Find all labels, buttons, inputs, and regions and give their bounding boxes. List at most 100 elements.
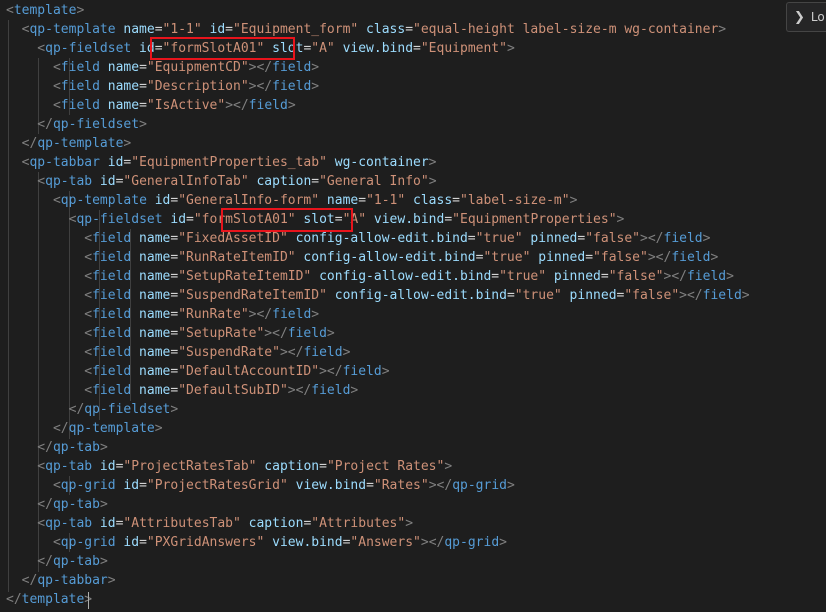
- code-token: >: [76, 3, 85, 18]
- code-token: <: [6, 459, 46, 474]
- code-token: field: [272, 60, 312, 75]
- code-token: >: [350, 383, 359, 398]
- code-token: view.bind: [287, 478, 367, 493]
- code-token: "false": [624, 288, 680, 303]
- code-token: =: [491, 269, 500, 284]
- collapsed-panel-toggle[interactable]: ❯ Lo: [786, 2, 826, 32]
- code-token: <: [6, 288, 93, 303]
- code-line: <qp-tabbar id="EquipmentProperties_tab" …: [6, 153, 437, 172]
- code-token: </: [6, 440, 53, 455]
- code-token: config-allow-edit.bind: [311, 269, 492, 284]
- code-editor[interactable]: <template> <qp-template name="1-1" id="E…: [0, 0, 826, 612]
- code-token: >: [428, 155, 437, 170]
- code-token: name: [131, 250, 171, 265]
- code-token: >: [107, 573, 116, 588]
- code-token: =: [154, 41, 163, 56]
- code-token: >: [319, 364, 327, 379]
- code-token: =: [139, 98, 147, 113]
- code-token: >: [506, 478, 515, 493]
- code-token: </: [671, 269, 687, 284]
- panel-label: Lo: [810, 10, 825, 24]
- code-token: >: [342, 345, 351, 360]
- code-token: field: [92, 345, 132, 360]
- code-token: "PXGridAnswers": [146, 535, 265, 550]
- code-token: <: [6, 60, 61, 75]
- code-token: qp-fieldset: [45, 41, 132, 56]
- code-token: "Project Rates": [326, 459, 445, 474]
- code-token: qp-tab: [45, 516, 93, 531]
- code-token: field: [272, 307, 312, 322]
- code-token: "Equipment": [420, 41, 507, 56]
- code-token: >: [506, 41, 515, 56]
- code-token: >: [428, 478, 437, 493]
- code-token: >: [311, 79, 320, 94]
- code-token: >: [170, 402, 179, 417]
- code-token: "ProjectRatesGrid": [146, 478, 288, 493]
- code-token: >: [99, 554, 108, 569]
- code-token: >: [710, 250, 719, 265]
- code-line: <field name="SuspendRate"></field>: [6, 343, 350, 362]
- code-token: config-allow-edit.bind: [287, 231, 468, 246]
- code-token: >: [381, 364, 390, 379]
- code-token: "A": [342, 212, 367, 227]
- code-token: name: [131, 383, 171, 398]
- code-token: </: [295, 383, 312, 398]
- code-token: wg-container: [326, 155, 429, 170]
- code-token: id: [131, 41, 155, 56]
- code-token: <: [6, 174, 46, 189]
- code-token: "Attributes": [311, 516, 406, 531]
- code-token: <: [6, 478, 61, 493]
- chevron-right-icon: ❯: [794, 9, 805, 25]
- code-token: =: [413, 41, 421, 56]
- code-token: config-allow-edit.bind: [326, 288, 507, 303]
- code-token: config-allow-edit.bind: [295, 250, 476, 265]
- code-token: =: [225, 22, 233, 37]
- code-token: field: [342, 364, 382, 379]
- code-token: qp-fieldset: [84, 402, 171, 417]
- code-token: field: [92, 326, 132, 341]
- code-token: <: [6, 212, 77, 227]
- code-token: </: [6, 402, 85, 417]
- code-token: =: [600, 269, 609, 284]
- code-token: <: [6, 22, 30, 37]
- code-token: >: [616, 212, 625, 227]
- code-token: view.bind: [366, 212, 445, 227]
- code-token: >: [123, 136, 132, 151]
- code-token: slot: [295, 212, 335, 227]
- code-token: >: [311, 307, 320, 322]
- code-token: >: [444, 459, 453, 474]
- code-token: >: [264, 326, 273, 341]
- code-token: =: [405, 22, 414, 37]
- code-token: >: [679, 288, 687, 303]
- code-token: name: [131, 345, 171, 360]
- code-token: name: [115, 22, 155, 37]
- code-token: <: [6, 326, 93, 341]
- code-token: </: [256, 307, 273, 322]
- code-line: <qp-grid id="PXGridAnswers" view.bind="A…: [6, 533, 507, 552]
- code-token: qp-tab: [52, 440, 100, 455]
- code-token: >: [569, 193, 578, 208]
- code-token: >: [640, 231, 648, 246]
- code-token: =: [186, 212, 194, 227]
- code-token: field: [92, 383, 132, 398]
- code-token: caption: [240, 516, 304, 531]
- code-token: </: [436, 478, 453, 493]
- code-token: pinned: [522, 231, 578, 246]
- code-token: field: [60, 60, 100, 75]
- code-token: qp-fieldset: [52, 117, 140, 132]
- code-token: "IsActive": [146, 98, 226, 113]
- code-token: "Equipment_form": [233, 22, 359, 37]
- code-token: <: [6, 345, 93, 360]
- code-token: "RunRateItemID": [178, 250, 296, 265]
- code-token: "true": [499, 269, 547, 284]
- code-token: =: [506, 288, 515, 303]
- code-token: name: [319, 193, 359, 208]
- code-token: </: [655, 250, 672, 265]
- code-token: =: [139, 60, 147, 75]
- code-token: "FixedAssetID": [178, 231, 288, 246]
- code-token: >: [647, 250, 656, 265]
- code-token: id: [99, 155, 124, 170]
- code-token: caption: [248, 174, 312, 189]
- code-line: <template>: [6, 1, 84, 20]
- code-token: template: [13, 3, 77, 18]
